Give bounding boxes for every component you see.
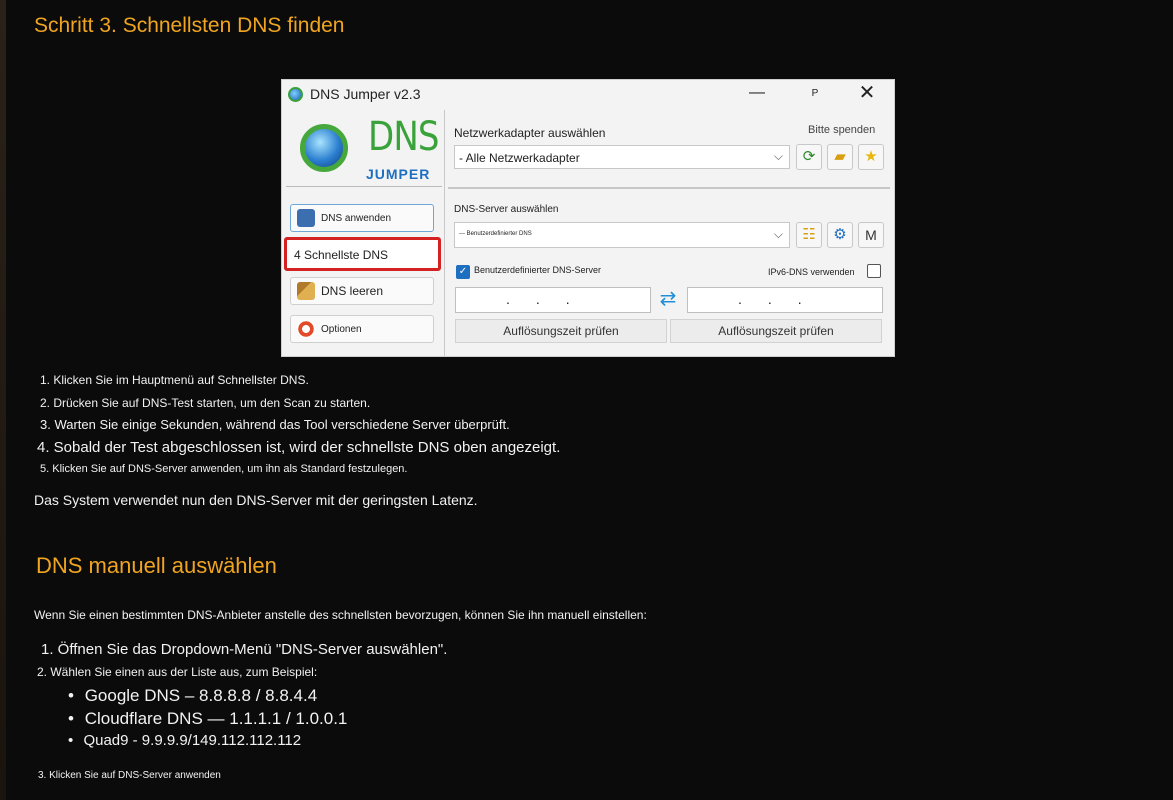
folder-icon[interactable]: ▰ [827,144,853,170]
broom-icon [297,282,315,300]
list-item: • Google DNS – 8.8.8.8 / 8.8.4.4 [68,686,317,706]
example-google: Google DNS – 8.8.8.8 / 8.8.4.4 [84,686,318,705]
dns-server-dropdown[interactable]: --- Benutzerdefinierter DNS ⌵ [454,222,790,248]
adapter-value: - Alle Netzwerkadapter [459,151,580,165]
paragraph: Wenn Sie einen bestimmten DNS-Anbieter a… [34,608,647,622]
options-label: Optionen [321,324,362,335]
dns-server-value: --- Benutzerdefinierter DNS [459,231,532,237]
divider [286,186,442,187]
logo-jumper-text: JUMPER [366,166,431,182]
custom-dns-checkbox[interactable]: ✓ [456,265,470,279]
bullet: • [68,686,74,705]
paragraph: Das System verwendet nun den DNS-Server … [34,492,478,508]
logo-dns-text: DNS [368,114,440,160]
step-item: 2. Drücken Sie auf DNS-Test starten, um … [40,396,371,410]
example-cloudflare: Cloudflare DNS — 1.1.1.1 / 1.0.0.1 [84,709,348,728]
custom-dns-label: Benutzerdefinierter DNS-Server [474,265,602,275]
bullet: • [68,732,74,749]
step-item: 3. Klicken Sie auf DNS-Server anwenden [38,770,221,781]
refresh-icon[interactable]: ⟳ [796,144,822,170]
step-item: 1. Öffnen Sie das Dropdown-Menü "DNS-Ser… [41,641,448,658]
chevron-down-icon: ⌵ [773,149,783,163]
list-icon[interactable]: ☷ [796,222,822,248]
divider [448,187,890,189]
section-heading-manual-dns: DNS manuell auswählen [36,553,277,578]
donate-link[interactable]: Bitte spenden [808,124,875,136]
list-item: • Cloudflare DNS — 1.1.1.1 / 1.0.0.1 [68,709,347,729]
swap-icon[interactable]: ⇄ [655,286,681,312]
step-item: 3. Warten Sie einige Sekunden, während d… [40,417,510,432]
app-icon [288,87,303,102]
bullet: • [68,709,74,728]
step-item: 1. Klicken Sie im Hauptmenü auf Schnells… [40,373,309,387]
flush-dns-button[interactable]: DNS leeren [290,277,434,305]
step-item: 5. Klicken Sie auf DNS-Server anwenden, … [40,463,408,475]
fastest-dns-label: 4 Schnellste DNS [294,248,389,262]
fastest-dns-button[interactable]: 4 Schnellste DNS [284,237,441,271]
ipv6-label: IPv6-DNS verwenden [768,267,855,277]
lifebuoy-icon [297,320,315,338]
close-button[interactable]: ✕ [852,82,882,106]
left-edge-decoration [0,0,6,800]
apply-dns-button[interactable]: DNS anwenden [290,204,434,232]
section-heading-fastest-dns: Schritt 3. Schnellsten DNS finden [34,14,345,37]
gear-icon[interactable]: ⚙ [827,222,853,248]
apply-dns-label: DNS anwenden [321,213,392,224]
ipv6-checkbox[interactable] [867,264,881,278]
secondary-dns-input[interactable]: ... [687,287,883,313]
step-item: 2. Wählen Sie einen aus der Liste aus, z… [37,665,318,679]
dns-jumper-window: DNS Jumper v2.3 — P ✕ DNS JUMPER DNS anw… [281,79,895,357]
options-button[interactable]: Optionen [290,315,434,343]
chevron-down-icon: ⌵ [773,227,783,241]
vertical-divider [444,110,445,356]
pin-button[interactable]: P [802,82,828,106]
list-item: • Quad9 - 9.9.9.9/149.112.112.112 [68,732,301,749]
network-adapter-dropdown[interactable]: - Alle Netzwerkadapter ⌵ [454,145,790,169]
flush-dns-label: DNS leeren [321,284,384,298]
example-quad9: Quad9 - 9.9.9.9/149.112.112.112 [83,732,302,749]
title-bar: DNS Jumper v2.3 — P ✕ [282,80,894,110]
sidebar: DNS JUMPER DNS anwenden 4 Schnellste DNS… [282,110,444,356]
check-resolution-time-button-1[interactable]: Auflösungszeit prüfen [455,319,667,343]
window-title: DNS Jumper v2.3 [310,86,421,102]
star-icon[interactable]: ★ [858,144,884,170]
primary-dns-input[interactable]: ... [455,287,651,313]
adapter-label: Netzwerkadapter auswählen [454,126,606,140]
floppy-disk-icon [297,209,315,227]
dns-jumper-logo: DNS JUMPER [290,114,440,184]
step-item: 4. Sobald der Test abgeschlossen ist, wi… [37,439,561,456]
minimize-button[interactable]: — [742,82,772,106]
globe-icon [300,124,348,172]
check-resolution-time-button-2[interactable]: Auflösungszeit prüfen [670,319,882,343]
dns-server-label: DNS-Server auswählen [454,204,559,215]
m-button[interactable]: M [858,222,884,248]
